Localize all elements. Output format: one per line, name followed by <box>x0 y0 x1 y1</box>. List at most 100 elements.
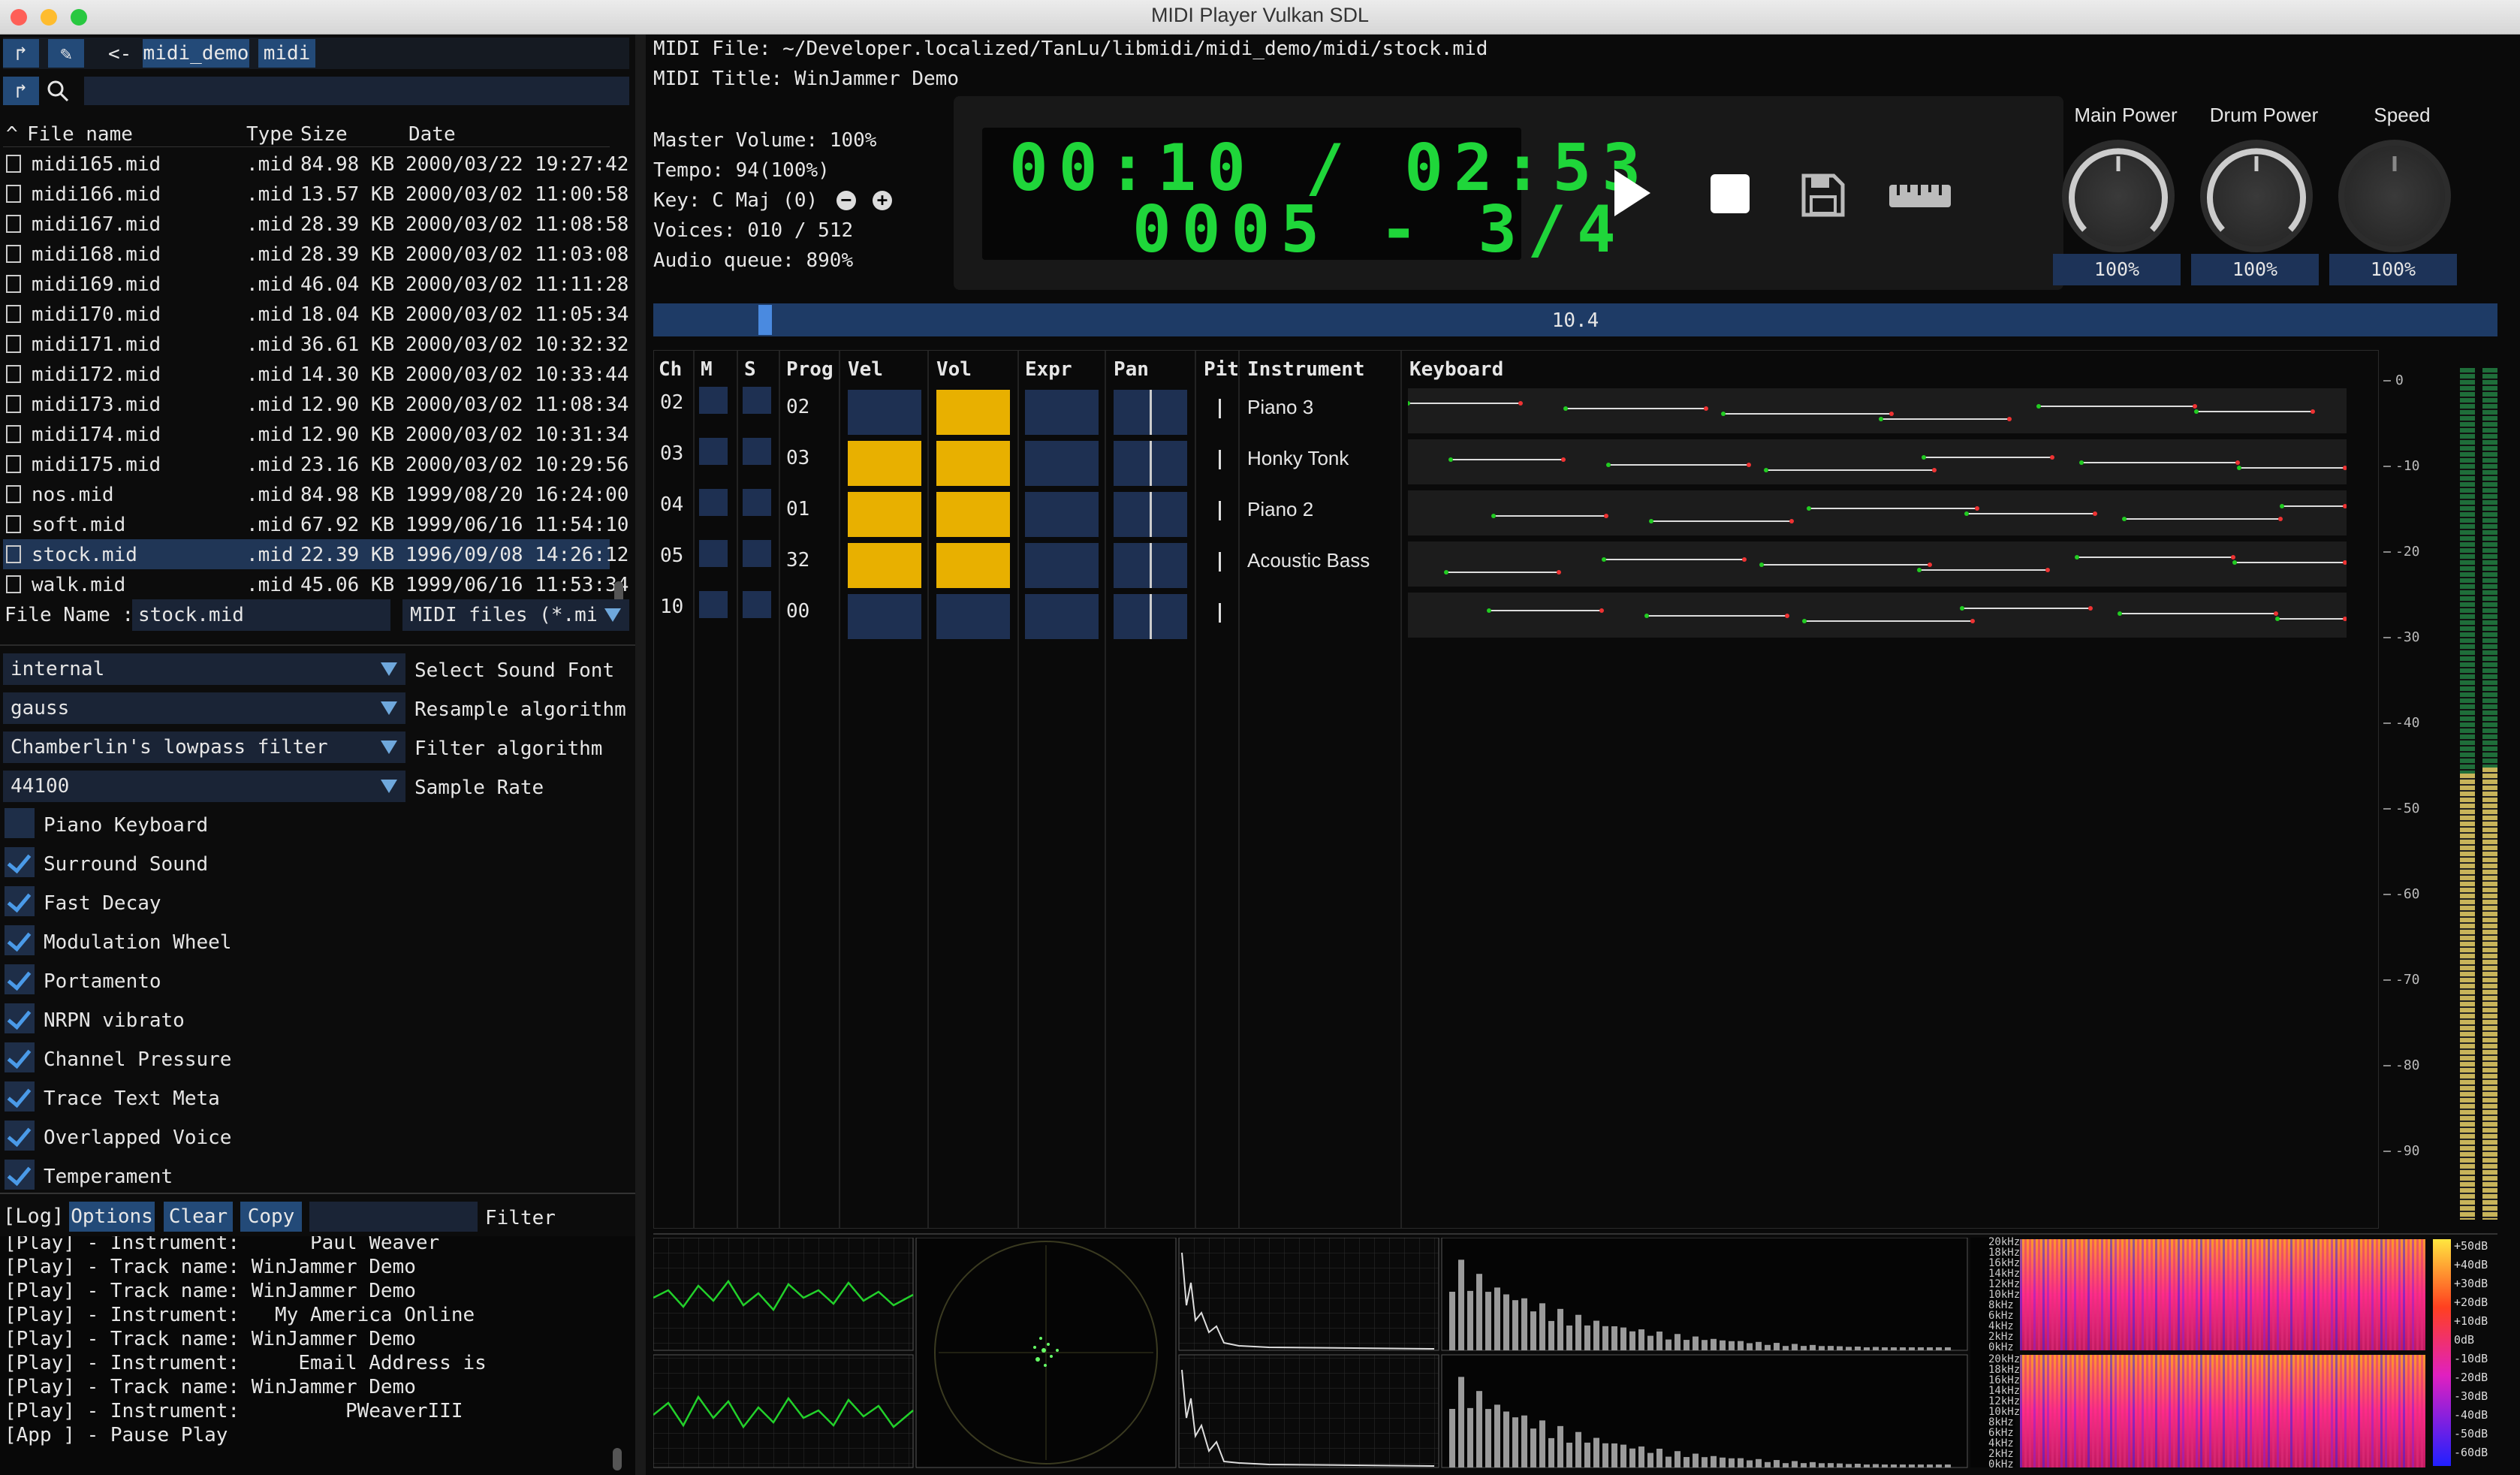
file-row[interactable]: stock.mid .mid 22.39 KB 1996/09/08 14:26:12 <box>3 539 628 569</box>
setting-checkbox[interactable] <box>5 886 35 916</box>
file-row[interactable]: midi174.mid .mid 12.90 KB 2000/03/02 10:31:… <box>3 419 628 449</box>
file-icon <box>6 185 21 203</box>
mute-toggle[interactable] <box>699 387 728 414</box>
log-copy-button[interactable]: Copy <box>240 1202 302 1232</box>
mute-toggle[interactable] <box>699 438 728 465</box>
key-up-button[interactable]: + <box>873 191 892 210</box>
velocity-meter <box>848 594 921 639</box>
file-search-input[interactable] <box>84 77 629 105</box>
setting-combo[interactable]: Chamberlin's lowpass filter <box>3 731 405 763</box>
channel-row: 02 02 Piano 3 <box>654 385 2378 435</box>
knob[interactable] <box>2200 140 2313 252</box>
save-icon[interactable] <box>1801 173 1846 218</box>
redirect-icon[interactable]: ↱ <box>3 39 39 68</box>
file-row[interactable]: midi168.mid .mid 28.39 KB 2000/03/02 11:03:… <box>3 239 628 269</box>
setting-combo[interactable]: internal <box>3 653 405 685</box>
velocity-meter <box>848 543 921 588</box>
volume-meter <box>936 441 1010 486</box>
setting-checkbox[interactable] <box>5 808 35 838</box>
db-label: +20dB <box>2454 1296 2488 1309</box>
setting-checkbox[interactable] <box>5 1160 35 1190</box>
knob-value[interactable]: 100% <box>2329 254 2457 285</box>
file-row[interactable]: midi172.mid .mid 14.30 KB 2000/03/02 10:33:… <box>3 359 628 389</box>
channel-col-header: Vel <box>848 358 883 381</box>
setting-checkbox[interactable] <box>5 1003 35 1033</box>
knob[interactable] <box>2338 140 2451 252</box>
file-filter-combo[interactable]: MIDI files (*.mid <box>402 599 629 631</box>
log-scrollbar[interactable] <box>613 1448 622 1470</box>
log-view[interactable]: [Play] - Instrument: Paul Weaver [Play] -… <box>0 1236 635 1475</box>
file-row[interactable]: nos.mid .mid 84.98 KB 1999/08/20 16:24:00 <box>3 479 628 509</box>
setting-checkbox[interactable] <box>5 1081 35 1112</box>
file-size: 84.98 KB <box>300 484 395 506</box>
solo-toggle[interactable] <box>743 438 771 465</box>
program-number: 03 <box>786 447 810 469</box>
file-type: .mid <box>246 213 294 236</box>
log-clear-button[interactable]: Clear <box>164 1202 233 1232</box>
file-date: 1999/08/20 16:24:00 <box>405 484 629 506</box>
sort-ascending-icon[interactable]: ^ <box>6 123 18 146</box>
col-size[interactable]: Size <box>300 123 348 146</box>
panel-splitter[interactable] <box>635 35 646 1475</box>
stop-icon[interactable] <box>1711 174 1750 213</box>
file-row[interactable]: midi166.mid .mid 13.57 KB 2000/03/02 11:00:… <box>3 179 628 209</box>
mute-toggle[interactable] <box>699 591 728 618</box>
window-titlebar: MIDI Player Vulkan SDL <box>0 0 2520 35</box>
knob-value[interactable]: 100% <box>2191 254 2319 285</box>
path-segment-midi[interactable]: midi <box>258 39 315 68</box>
edit-path-icon[interactable]: ✎ <box>48 39 84 68</box>
mute-toggle[interactable] <box>699 489 728 516</box>
file-row[interactable]: midi170.mid .mid 18.04 KB 2000/03/02 11:05:… <box>3 299 628 329</box>
knob[interactable] <box>2062 140 2175 252</box>
file-name-input[interactable]: stock.mid <box>132 599 390 631</box>
col-date[interactable]: Date <box>408 123 456 146</box>
solo-toggle[interactable] <box>743 591 771 618</box>
ruler-icon[interactable] <box>1888 180 1952 210</box>
knob-value[interactable]: 100% <box>2053 254 2181 285</box>
file-row[interactable]: soft.mid .mid 67.92 KB 1999/06/16 11:54:10 <box>3 509 628 539</box>
path-segment-midi-demo[interactable]: midi_demo <box>143 39 249 68</box>
file-name: midi173.mid <box>32 394 161 416</box>
file-row[interactable]: midi167.mid .mid 28.39 KB 2000/03/02 11:08:… <box>3 209 628 239</box>
log-options-button[interactable]: Options <box>69 1202 155 1232</box>
log-filter-input[interactable] <box>309 1202 478 1232</box>
mute-toggle[interactable] <box>699 540 728 567</box>
file-row[interactable]: midi173.mid .mid 12.90 KB 2000/03/02 11:08:… <box>3 389 628 419</box>
combo-value: internal <box>11 658 105 680</box>
log-line: [Play] - Instrument: Email Address is <box>5 1352 487 1374</box>
progress-slider[interactable]: 10.4 <box>653 303 2497 336</box>
solo-toggle[interactable] <box>743 489 771 516</box>
keyboard-roll <box>1408 593 2347 638</box>
checkbox-label: Portamento <box>44 970 161 993</box>
meter-tick <box>2383 551 2391 553</box>
col-type[interactable]: Type <box>246 123 294 146</box>
file-size: 14.30 KB <box>300 363 395 386</box>
path-back-button[interactable]: <- <box>108 43 131 65</box>
setting-checkbox[interactable] <box>5 1042 35 1072</box>
file-row[interactable]: midi169.mid .mid 46.04 KB 2000/03/02 11:11:… <box>3 269 628 299</box>
setting-checkbox[interactable] <box>5 964 35 994</box>
file-row[interactable]: walk.mid .mid 45.06 KB 1999/06/16 11:53:34 <box>3 569 628 599</box>
setting-checkbox[interactable] <box>5 925 35 955</box>
file-row[interactable]: midi165.mid .mid 84.98 KB 2000/03/22 19:27:… <box>3 149 628 179</box>
checkbox-label: Overlapped Voice <box>44 1127 232 1149</box>
key-down-button[interactable]: − <box>836 191 856 210</box>
file-type: .mid <box>246 153 294 176</box>
goto-icon[interactable]: ↱ <box>3 77 39 105</box>
setting-checkbox[interactable] <box>5 847 35 877</box>
file-type: .mid <box>246 514 294 536</box>
setting-combo[interactable]: 44100 <box>3 771 405 802</box>
meter-tick-label: -60 <box>2395 886 2420 902</box>
solo-toggle[interactable] <box>743 387 771 414</box>
file-row[interactable]: midi175.mid .mid 23.16 KB 2000/03/02 10:29:… <box>3 449 628 479</box>
col-file-name[interactable]: File name <box>27 123 133 146</box>
setting-checkbox[interactable] <box>5 1121 35 1151</box>
setting-combo[interactable]: gauss <box>3 692 405 724</box>
file-type: .mid <box>246 574 294 596</box>
solo-toggle[interactable] <box>743 540 771 567</box>
play-icon[interactable] <box>1611 168 1652 218</box>
file-row[interactable]: midi171.mid .mid 36.61 KB 2000/03/02 10:32:… <box>3 329 628 359</box>
meter-right-bg <box>2482 368 2497 768</box>
freq-label: 0kHz <box>1988 1341 2014 1353</box>
combo-value: Chamberlin's lowpass filter <box>11 736 328 759</box>
